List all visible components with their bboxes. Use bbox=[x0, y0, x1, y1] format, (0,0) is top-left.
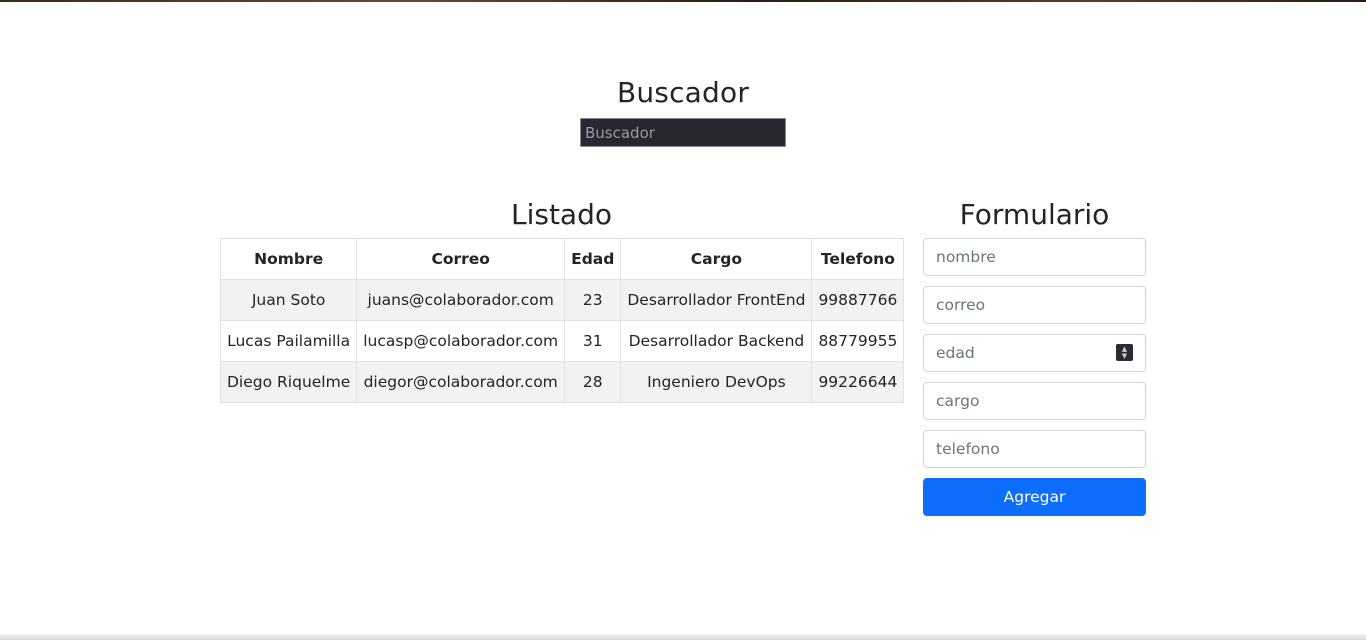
cell-correo: juans@colaborador.com bbox=[356, 279, 566, 321]
listado-section: Listado Nombre Correo Edad Cargo Telefon… bbox=[219, 196, 905, 403]
nombre-field[interactable] bbox=[923, 238, 1146, 276]
column-header-edad: Edad bbox=[564, 238, 622, 280]
cell-nombre: Juan Soto bbox=[219, 279, 358, 321]
table-header-row: Nombre Correo Edad Cargo Telefono bbox=[219, 238, 905, 280]
table-row: Lucas Pailamilla lucasp@colaborador.com … bbox=[219, 320, 905, 362]
bottom-edge bbox=[0, 634, 1366, 640]
cell-correo: diegor@colaborador.com bbox=[356, 361, 566, 403]
table-row: Diego Riquelme diegor@colaborador.com 28… bbox=[219, 361, 905, 403]
search-section: Buscador bbox=[0, 74, 1366, 147]
telefono-field[interactable] bbox=[923, 430, 1146, 468]
cell-correo: lucasp@colaborador.com bbox=[356, 320, 566, 362]
cell-edad: 31 bbox=[564, 320, 622, 362]
formulario-section: Formulario ▲ ▼ Agregar bbox=[923, 196, 1146, 516]
column-header-cargo: Cargo bbox=[620, 238, 813, 280]
correo-field[interactable] bbox=[923, 286, 1146, 324]
top-image-strip bbox=[0, 0, 1366, 2]
spinner-down-icon[interactable]: ▼ bbox=[1122, 352, 1127, 360]
cell-nombre: Diego Riquelme bbox=[219, 361, 358, 403]
column-header-telefono: Telefono bbox=[811, 238, 905, 280]
collaborators-table: Nombre Correo Edad Cargo Telefono Juan S… bbox=[219, 238, 905, 403]
agregar-button[interactable]: Agregar bbox=[923, 478, 1146, 516]
cell-nombre: Lucas Pailamilla bbox=[219, 320, 358, 362]
table-row: Juan Soto juans@colaborador.com 23 Desar… bbox=[219, 279, 905, 321]
column-header-nombre: Nombre bbox=[219, 238, 358, 280]
cell-telefono: 88779955 bbox=[811, 320, 905, 362]
column-header-correo: Correo bbox=[356, 238, 566, 280]
search-input[interactable] bbox=[580, 118, 786, 147]
formulario-title: Formulario bbox=[959, 198, 1110, 231]
search-title: Buscador bbox=[616, 76, 750, 109]
cell-cargo: Desarrollador FrontEnd bbox=[620, 279, 813, 321]
listado-title: Listado bbox=[510, 198, 612, 231]
cell-telefono: 99226644 bbox=[811, 361, 905, 403]
cell-cargo: Ingeniero DevOps bbox=[620, 361, 813, 403]
cell-edad: 28 bbox=[564, 361, 622, 403]
cargo-field[interactable] bbox=[923, 382, 1146, 420]
edad-field[interactable] bbox=[923, 334, 1146, 372]
edad-field-wrapper: ▲ ▼ bbox=[923, 334, 1146, 372]
cell-telefono: 99887766 bbox=[811, 279, 905, 321]
cell-edad: 23 bbox=[564, 279, 622, 321]
number-spinner-icon[interactable]: ▲ ▼ bbox=[1116, 344, 1133, 361]
cell-cargo: Desarrollador Backend bbox=[620, 320, 813, 362]
